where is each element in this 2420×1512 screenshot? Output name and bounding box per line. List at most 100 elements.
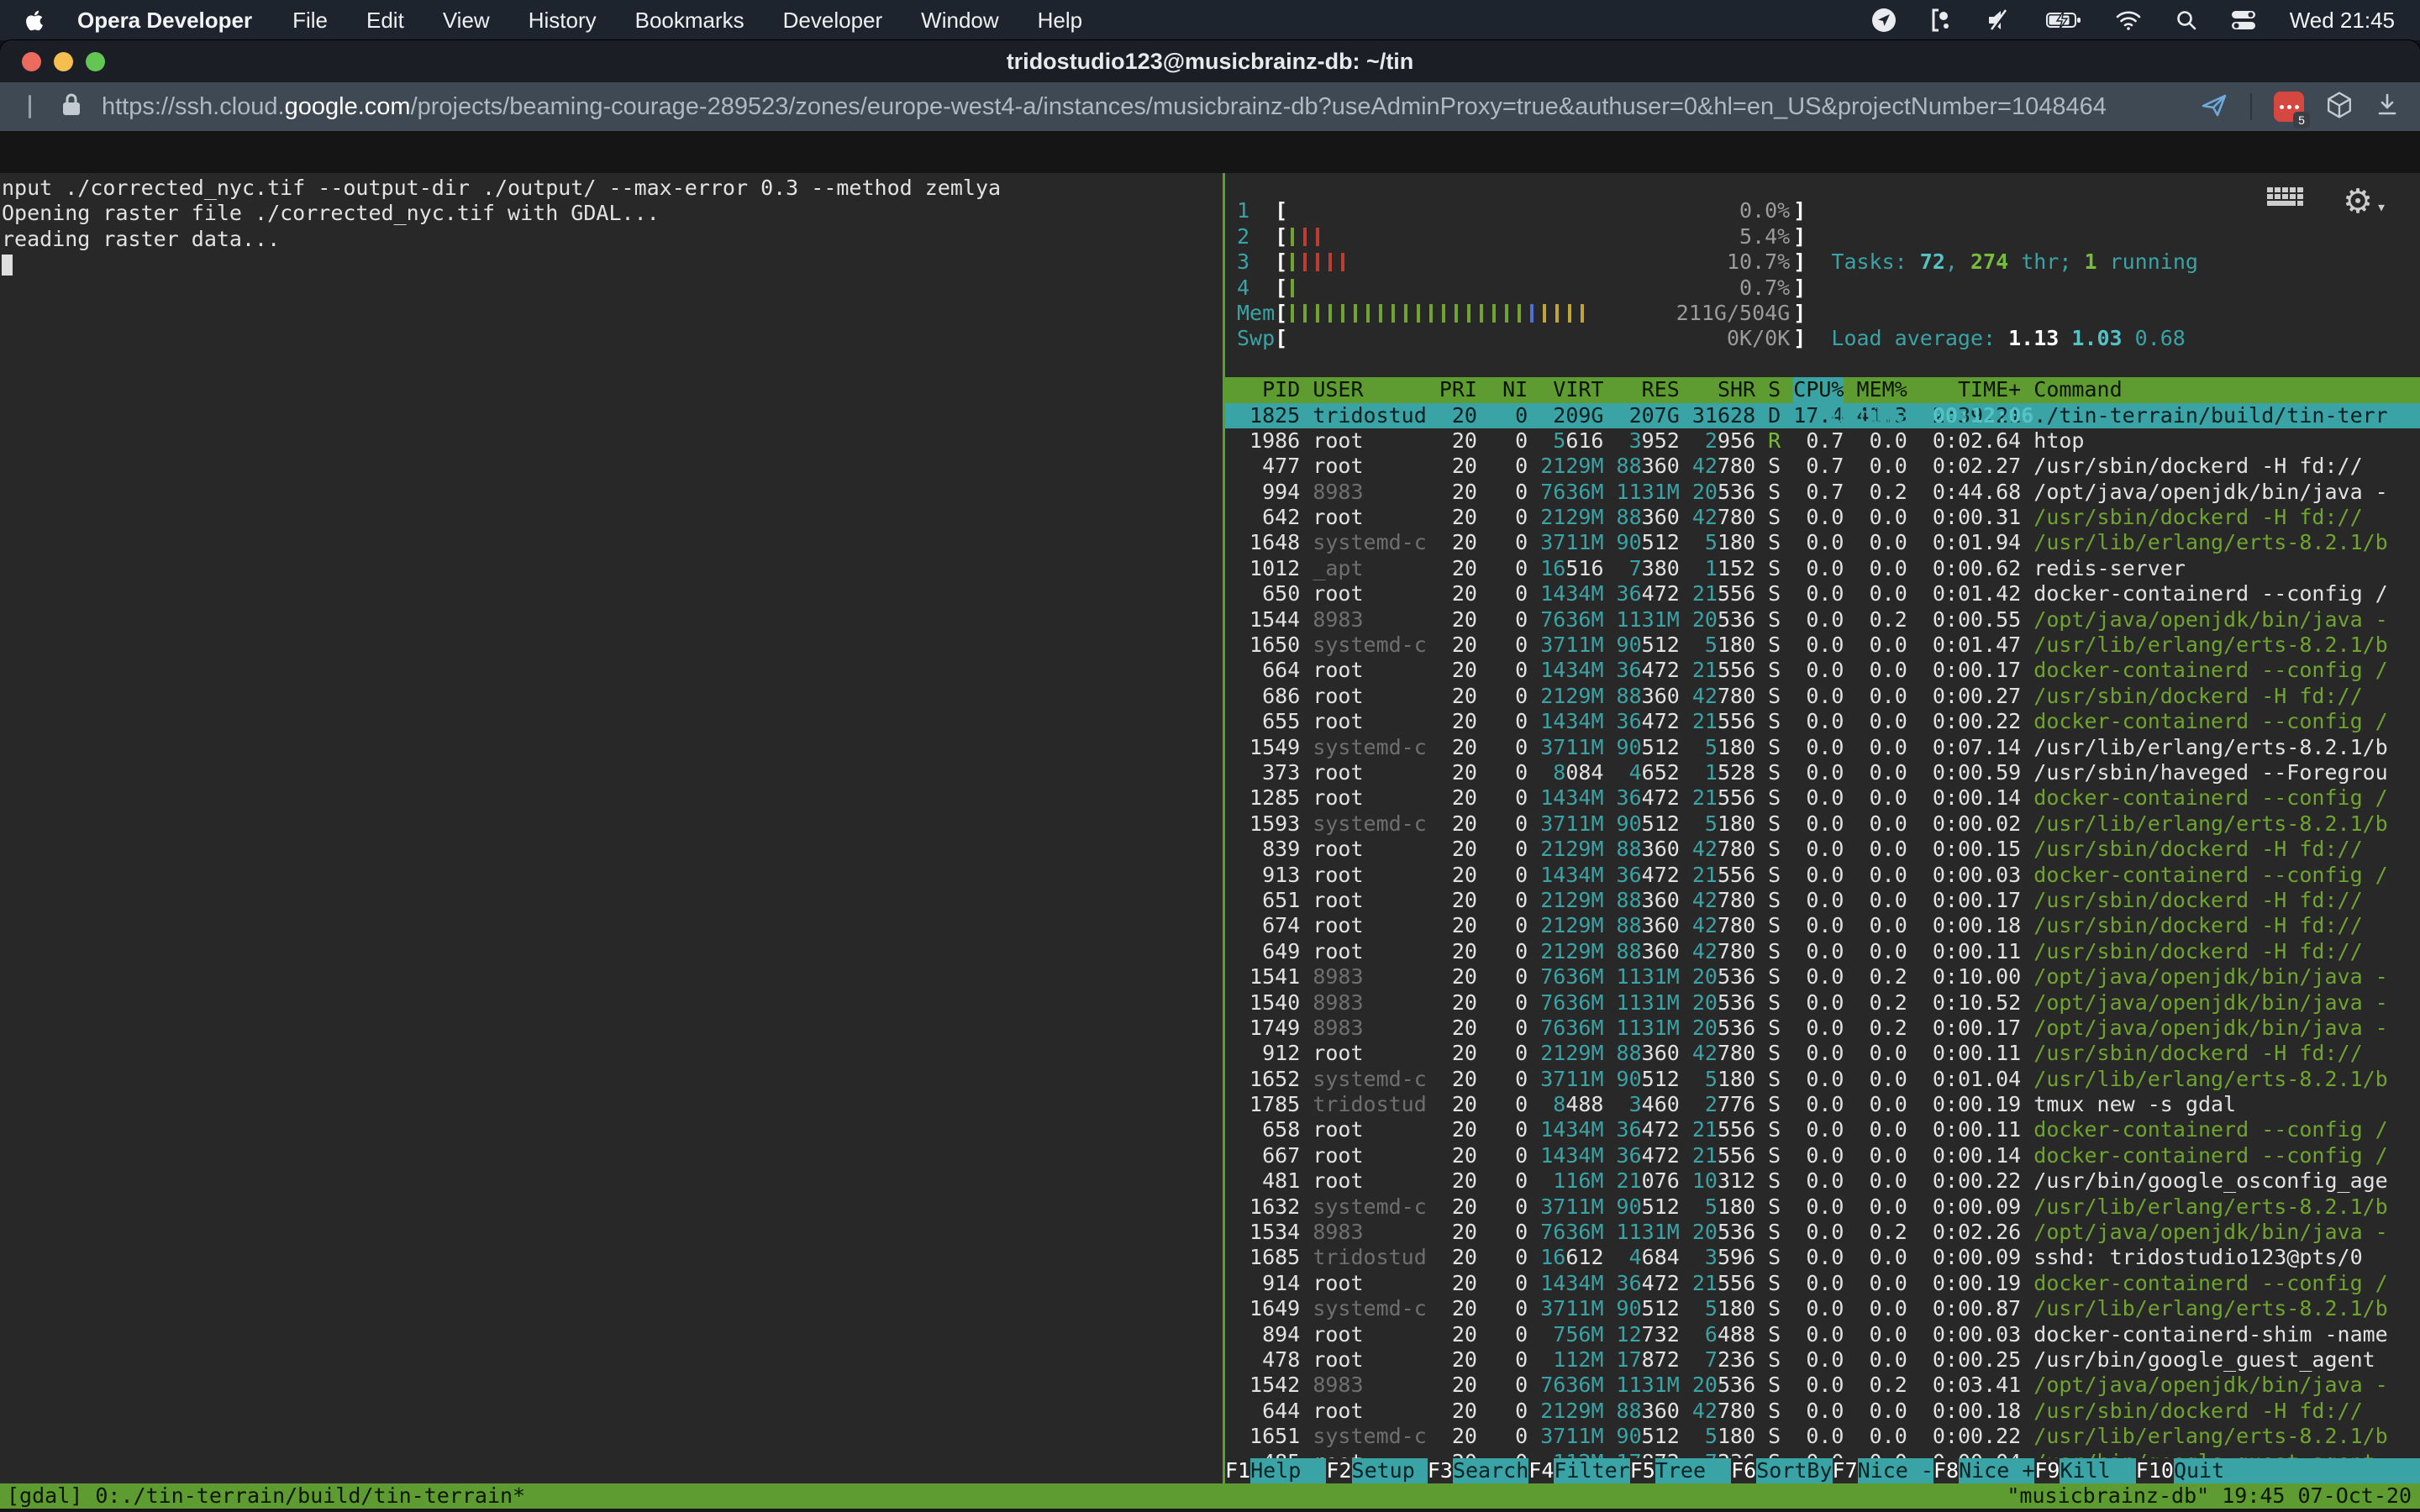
virtual-keyboard-icon[interactable] [2265, 186, 2306, 218]
htop-process-list: 1825 tridostud 20 0 209G 207G 31628 D 17… [1225, 403, 2420, 1483]
menu-item-help[interactable]: Help [1038, 8, 1082, 34]
sidebar-box-icon[interactable] [2326, 91, 2353, 123]
fkey-f3-label: Search [1453, 1458, 1528, 1483]
settings-gear-icon[interactable]: ⚙▾ [2343, 185, 2386, 218]
wifi-icon[interactable] [2115, 9, 2142, 31]
htop-meter-mem: Mem[211G/504G] [1237, 301, 2420, 326]
htop-meter-3: 3 [10.7%] [1237, 249, 2420, 275]
process-row: 1825 tridostud 20 0 209G 207G 31628 D 17… [1225, 403, 2420, 428]
htop-summary: Tasks: 72, 274 thr; 1 running Load avera… [1831, 198, 2198, 479]
process-row: 912 root 20 0 2129M 88360 42780 S 0.0 0.… [1225, 1041, 2420, 1066]
flow-send-icon[interactable] [2200, 92, 2228, 123]
fkey-f7: F7 [1833, 1458, 1858, 1483]
process-row: 478 root 20 0 112M 17872 7236 S 0.0 0.0 … [1225, 1347, 2420, 1373]
process-row: 651 root 20 0 2129M 88360 42780 S 0.0 0.… [1225, 888, 2420, 913]
fkey-f1-label: Help [1250, 1458, 1326, 1483]
tmux-status-bar: [gdal] 0:./tin-terrain/build/tin-terrain… [0, 1483, 2420, 1509]
menu-item-file[interactable]: File [292, 8, 328, 34]
window-title-bar: tridostudio123@musicbrainz-db: ~/tin [0, 40, 2420, 82]
htop-app: 1 [0.0%]2 [5.4%]3 [10.7%]4 [0.7%]Mem[211… [1225, 173, 2420, 1483]
terminal-pane-gdal[interactable]: nput ./corrected_nyc.tif --output-dir ./… [0, 173, 1223, 1483]
fkey-bar-fill [2249, 1458, 2420, 1483]
url-text[interactable]: https://ssh.cloud.google.com/projects/be… [102, 93, 2107, 121]
spotlight-search-icon[interactable] [2175, 9, 2197, 31]
process-row: 1593 systemd-c 20 0 3711M 90512 5180 S 0… [1225, 811, 2420, 837]
process-row: 1549 systemd-c 20 0 3711M 90512 5180 S 0… [1225, 735, 2420, 760]
fkey-f2-label: Setup [1352, 1458, 1428, 1483]
location-arrow-icon[interactable] [1871, 8, 1897, 33]
fkey-f8: F8 [1933, 1458, 1959, 1483]
toolbar-separator [2250, 93, 2252, 120]
process-row: 1534 8983 20 0 7636M 1131M 20536 S 0.0 0… [1225, 1220, 2420, 1245]
extension-icon[interactable]: 5 [2274, 92, 2304, 122]
process-row: 481 root 20 0 116M 21076 10312 S 0.0 0.0… [1225, 1168, 2420, 1194]
process-row: 1749 8983 20 0 7636M 1131M 20536 S 0.0 0… [1225, 1016, 2420, 1041]
fkey-f10-label: Quit [2174, 1458, 2249, 1483]
process-row: 373 root 20 0 8084 4652 1528 S 0.0 0.0 0… [1225, 760, 2420, 785]
process-row: 1544 8983 20 0 7636M 1131M 20536 S 0.0 0… [1225, 607, 2420, 633]
process-row: 1540 8983 20 0 7636M 1131M 20536 S 0.0 0… [1225, 990, 2420, 1016]
menu-item-edit[interactable]: Edit [366, 8, 404, 34]
control-center-icon[interactable] [2231, 10, 2256, 30]
process-row: 644 root 20 0 2129M 88360 42780 S 0.0 0.… [1225, 1399, 2420, 1424]
fkey-f6-label: SortBy [1756, 1458, 1832, 1483]
menu-item-view[interactable]: View [443, 8, 490, 34]
fkey-f10: F10 [2136, 1458, 2174, 1483]
mute-icon[interactable] [1986, 8, 2012, 33]
menu-item-developer[interactable]: Developer [783, 8, 883, 34]
process-row: 664 root 20 0 1434M 36472 21556 S 0.0 0.… [1225, 658, 2420, 683]
apple-menu-icon[interactable] [25, 9, 44, 32]
fkey-f4-label: Filter [1554, 1458, 1629, 1483]
process-row: 1541 8983 20 0 7636M 1131M 20536 S 0.0 0… [1225, 964, 2420, 990]
process-row: 1648 systemd-c 20 0 3711M 90512 5180 S 0… [1225, 530, 2420, 555]
process-row: 650 root 20 0 1434M 36472 21556 S 0.0 0.… [1225, 581, 2420, 606]
htop-meter-2: 2 [5.4%] [1237, 224, 2420, 249]
tmux-host-clock: "musicbrainz-db" 19:45 07-Oct-20 [2007, 1483, 2412, 1509]
download-icon[interactable] [2375, 92, 2400, 123]
menu-item-bookmarks[interactable]: Bookmarks [635, 8, 744, 34]
process-row: 658 root 20 0 1434M 36472 21556 S 0.0 0.… [1225, 1117, 2420, 1142]
fkey-f9-label: Kill [2060, 1458, 2135, 1483]
process-row: 686 root 20 0 2129M 88360 42780 S 0.0 0.… [1225, 684, 2420, 709]
fkey-f3: F3 [1428, 1458, 1453, 1483]
htop-meters: 1 [0.0%]2 [5.4%]3 [10.7%]4 [0.7%]Mem[211… [1225, 173, 2420, 352]
menu-item-history[interactable]: History [529, 8, 597, 34]
terminal-line: Opening raster file ./corrected_nyc.tif … [2, 201, 1223, 226]
fkey-f1: F1 [1225, 1458, 1250, 1483]
uptime-line: Uptime: 00:12:06 [1831, 403, 2198, 428]
process-row: 1542 8983 20 0 7636M 1131M 20536 S 0.0 0… [1225, 1373, 2420, 1398]
address-bar[interactable]: https://ssh.cloud.google.com/projects/be… [60, 92, 2185, 123]
process-row: 1651 systemd-c 20 0 3711M 90512 5180 S 0… [1225, 1424, 2420, 1449]
ssh-terminal: nput ./corrected_nyc.tif --output-dir ./… [0, 173, 2420, 1512]
sidebar-toggle-icon[interactable] [29, 95, 31, 118]
process-row: 839 root 20 0 2129M 88360 42780 S 0.0 0.… [1225, 837, 2420, 862]
menu-item-window[interactable]: Window [921, 8, 998, 34]
lock-icon[interactable] [60, 92, 83, 123]
terminal-cursor [2, 255, 13, 276]
battery-charging-icon [2046, 11, 2081, 29]
fkey-f9: F9 [2034, 1458, 2060, 1483]
process-row: 1986 root 20 0 5616 3952 2956 R 0.7 0.0 … [1225, 428, 2420, 454]
terminal-line: nput ./corrected_nyc.tif --output-dir ./… [2, 176, 1223, 201]
process-row: 1785 tridostud 20 0 8488 3460 2776 S 0.0… [1225, 1092, 2420, 1117]
process-row: 1649 systemd-c 20 0 3711M 90512 5180 S 0… [1225, 1296, 2420, 1321]
tmux-session-info: [gdal] 0:./tin-terrain/build/tin-terrain… [7, 1483, 525, 1509]
menu-bar-clock[interactable]: Wed 21:45 [2290, 8, 2395, 34]
menu-items: File Edit View History Bookmarks Developer Win… [292, 8, 1082, 34]
process-row: 1012 _apt 20 0 16516 7380 1152 S 0.0 0.0… [1225, 556, 2420, 581]
htop-table-header[interactable]: PID USER PRI NI VIRT RES SHR S CPU% MEM%… [1225, 377, 2420, 402]
fkey-f6: F6 [1731, 1458, 1756, 1483]
terminal-pane-htop[interactable]: ⚙▾ 1 [0.0%]2 [5.4%]3 [10.7%]4 [0.7%]Mem[… [1225, 173, 2420, 1483]
process-row: 655 root 20 0 1434M 36472 21556 S 0.0 0.… [1225, 709, 2420, 734]
menu-bar: Opera Developer File Edit View History Bookm… [0, 0, 2420, 40]
app-menu[interactable]: Opera Developer [77, 8, 252, 34]
htop-meter-4: 4 [0.7%] [1237, 276, 2420, 301]
fkey-f5-label: Tree [1655, 1458, 1731, 1483]
screen-capture-icon[interactable] [1930, 8, 1952, 33]
window-bottom-edge [0, 1509, 2420, 1512]
fkey-f8-label: Nice + [1959, 1458, 2034, 1483]
process-row: 674 root 20 0 2129M 88360 42780 S 0.0 0.… [1225, 913, 2420, 938]
process-row: 667 root 20 0 1434M 36472 21556 S 0.0 0.… [1225, 1143, 2420, 1168]
window-title: tridostudio123@musicbrainz-db: ~/tin [0, 49, 2420, 75]
htop-meter-swp: Swp[0K/0K] [1237, 326, 2420, 351]
